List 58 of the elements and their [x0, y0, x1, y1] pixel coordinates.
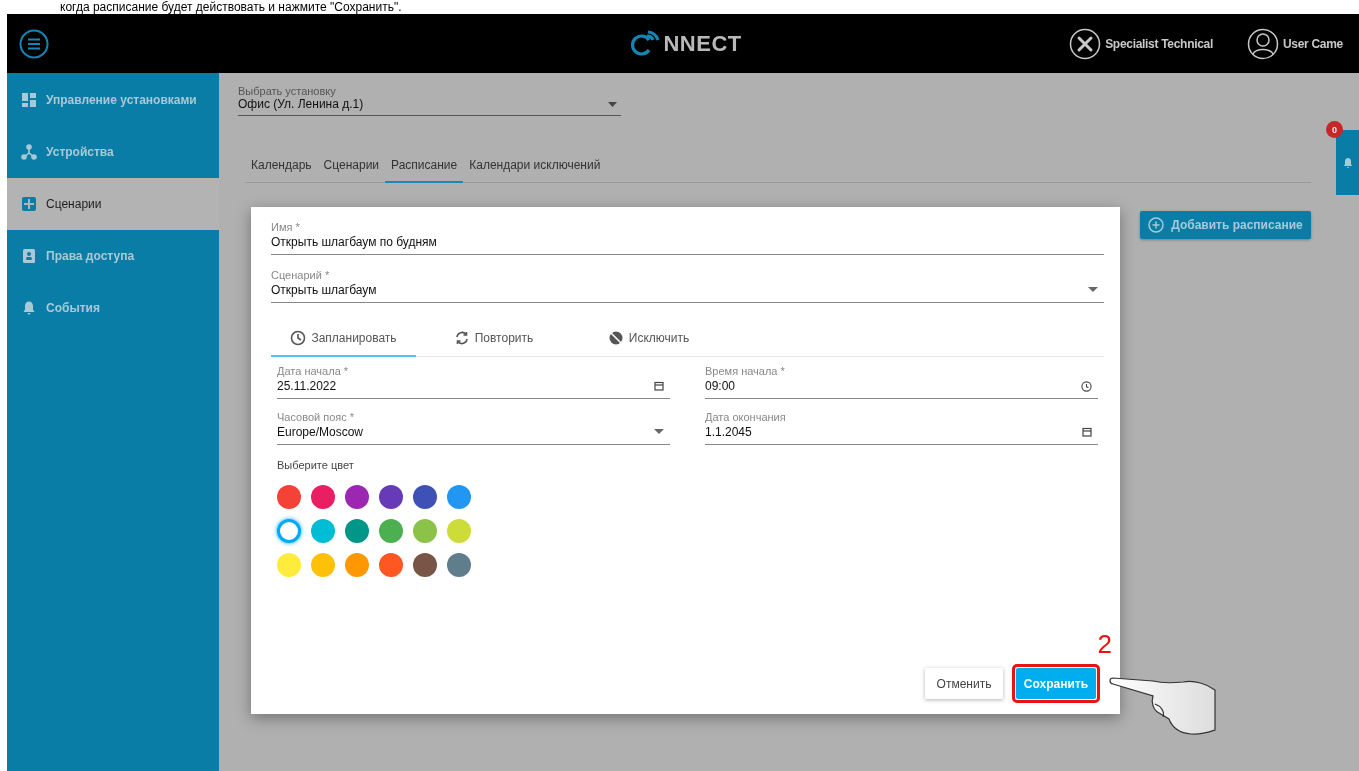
plus-circle-icon	[1148, 217, 1165, 233]
sidebar-item[interactable]: Сценарии	[7, 178, 219, 230]
dropdown-caret-icon[interactable]	[654, 429, 664, 435]
nodes-icon	[21, 144, 37, 160]
color-swatch[interactable]	[379, 519, 403, 543]
clock-icon	[290, 330, 307, 346]
logo-text: NNECT	[663, 30, 742, 57]
color-swatch[interactable]	[413, 485, 437, 509]
color-swatch[interactable]	[311, 553, 335, 577]
installation-select[interactable]: Выбрать установку Офис (Ул. Ленина д.1)	[238, 85, 621, 116]
user-link[interactable]: User Came	[1241, 26, 1349, 61]
color-swatch[interactable]	[413, 553, 437, 577]
dialog-tab[interactable]: Запланировать	[271, 321, 416, 357]
notifications-tab[interactable]	[1336, 130, 1359, 195]
date-field[interactable]: Дата окончания 1.1.2045	[705, 411, 1098, 445]
color-swatch[interactable]	[413, 519, 437, 543]
role-link[interactable]: Specialist Technical	[1063, 26, 1219, 61]
color-label: Выберите цвет	[277, 459, 355, 471]
instruction-text: когда расписание будет действовать и нажмите "Сохранить".	[59, 0, 403, 14]
color-swatch[interactable]	[345, 519, 369, 543]
crossed-out-icon	[607, 330, 624, 346]
grid-icon	[21, 92, 37, 108]
color-swatch[interactable]	[311, 519, 335, 543]
calendar-icon[interactable]	[1082, 427, 1092, 437]
dropdown-caret-icon	[608, 101, 617, 107]
color-swatch[interactable]	[277, 553, 301, 577]
date-field[interactable]: Дата начала * 25.11.2022	[277, 365, 670, 399]
scenario-select[interactable]: Сценарий * Открыть шлагбаум	[271, 269, 1104, 303]
dropdown-caret-icon[interactable]	[1088, 287, 1098, 293]
id-badge-icon	[21, 248, 37, 264]
dialog-tab[interactable]: Исключить	[571, 321, 726, 357]
color-swatch[interactable]	[447, 519, 471, 543]
repeat-icon	[453, 330, 470, 346]
bell-icon	[21, 300, 37, 316]
tab[interactable]: Расписание	[385, 148, 464, 183]
color-swatch[interactable]	[447, 485, 471, 509]
menu-icon[interactable]	[19, 28, 49, 59]
color-swatch[interactable]	[277, 485, 301, 509]
clock-icon[interactable]	[1081, 380, 1092, 392]
step-number: 2	[1097, 630, 1112, 658]
name-field[interactable]: Имя * Открыть шлагбаум по будням	[271, 221, 1104, 255]
dialog-tab[interactable]: Повторить	[416, 321, 571, 357]
user-avatar-icon	[1247, 27, 1279, 60]
tab[interactable]: Календари исключений	[463, 148, 607, 183]
color-swatch[interactable]	[345, 553, 369, 577]
color-swatch[interactable]	[447, 553, 471, 577]
color-swatch[interactable]	[311, 485, 335, 509]
calendar-icon[interactable]	[654, 381, 664, 391]
bell-icon	[1342, 156, 1354, 169]
time-field[interactable]: Время начала * 09:00	[705, 365, 1098, 399]
timezone-select[interactable]: Часовой пояс * Europe/Moscow	[277, 411, 670, 445]
tab[interactable]: Сценарии	[317, 148, 386, 183]
cancel-button[interactable]: Отменить	[925, 668, 1003, 699]
color-swatch[interactable]	[379, 485, 403, 509]
color-swatch[interactable]	[277, 519, 301, 543]
color-swatch[interactable]	[379, 553, 403, 577]
tab[interactable]: Календарь	[245, 148, 318, 183]
color-swatch[interactable]	[345, 485, 369, 509]
